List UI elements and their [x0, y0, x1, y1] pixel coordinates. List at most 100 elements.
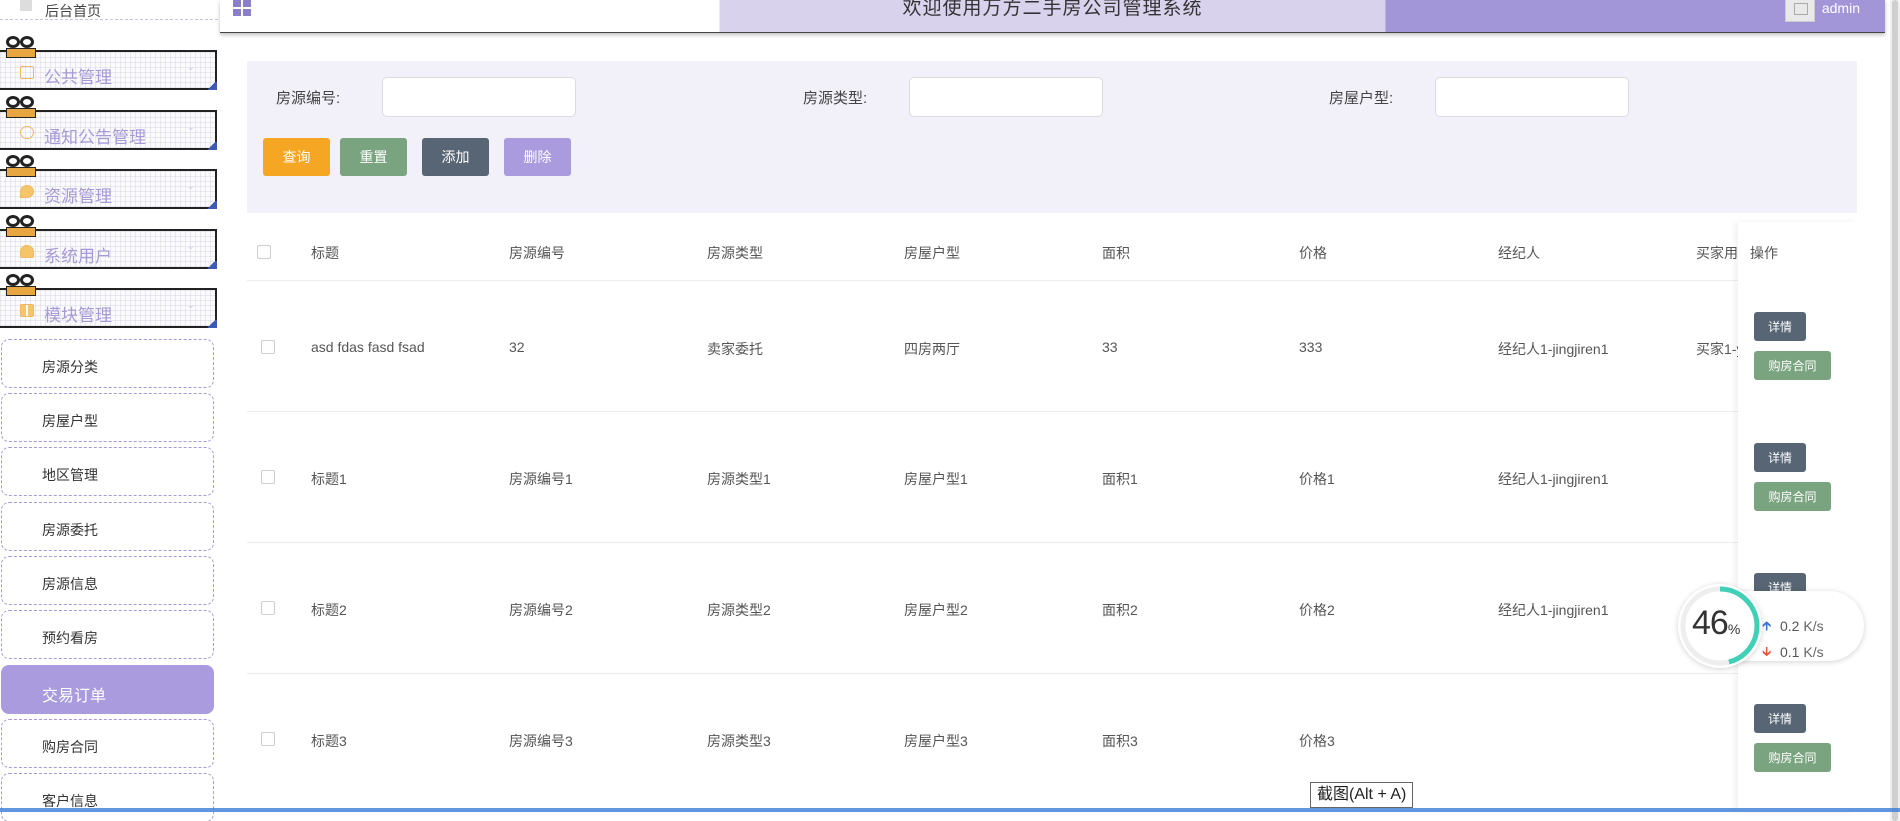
binder-clip-icon: [6, 155, 36, 177]
menu-group-modules[interactable]: 模块管理 ⌄: [0, 274, 217, 328]
image-icon: [20, 66, 34, 79]
cell: 标题3: [311, 733, 347, 749]
cell: 面积3: [1102, 733, 1138, 749]
sidebar-item-house-type[interactable]: 房屋户型: [1, 393, 214, 442]
sidebar-item-listing-info[interactable]: 房源信息: [1, 556, 214, 605]
sidebar-item-orders[interactable]: 交易订单: [1, 665, 214, 714]
field-label: 房源编号:: [276, 90, 341, 107]
binder-clip-icon: [6, 96, 36, 118]
field-label: 房屋户型:: [1329, 90, 1394, 107]
table-header: 标题 房源编号 房源类型 房屋户型 面积 价格 经纪人 买家用户: [247, 223, 1857, 281]
sidebar-item-contract[interactable]: 购房合同: [1, 719, 214, 768]
add-button[interactable]: 添加: [422, 138, 489, 176]
chevron-down-icon: ⌄: [186, 62, 195, 73]
detail-button[interactable]: 详情: [1754, 704, 1806, 733]
contract-button[interactable]: 购房合同: [1754, 351, 1831, 380]
table-row: asd fdas fasd fsad 32 卖家委托 四房两厅 33 333 经…: [247, 281, 1857, 412]
delete-button[interactable]: 删除: [504, 138, 571, 176]
column-header: 面积: [1102, 245, 1130, 261]
network-speed-widget[interactable]: 46% 🡱 0.2 K/s 🡳 0.1 K/s: [1678, 584, 1864, 668]
sidebar-item-label: 地区管理: [42, 467, 98, 483]
listing-type-input[interactable]: [909, 77, 1103, 117]
sidebar-item-commission[interactable]: 房源委托: [1, 502, 214, 551]
cell: 33: [1102, 339, 1118, 355]
info-icon: [20, 126, 34, 139]
bottom-progress-line: [0, 808, 1900, 812]
cell: 房源类型3: [707, 733, 771, 749]
usage-percent: 46%: [1692, 604, 1740, 642]
sidebar-item-customer[interactable]: 客户信息: [1, 773, 214, 821]
menu-group-resource[interactable]: 资源管理 ⌄: [0, 155, 217, 209]
select-all-checkbox[interactable]: [257, 245, 271, 259]
arrow-up-icon: 🡱: [1762, 618, 1772, 633]
menu-group-public[interactable]: 公共管理 ⌄: [0, 36, 217, 90]
binder-clip-icon: [6, 274, 36, 296]
user-icon: [20, 245, 34, 258]
column-header-operations: 操作: [1750, 245, 1778, 261]
house-type-input[interactable]: [1435, 77, 1629, 117]
menu-group-label: 资源管理: [44, 187, 112, 206]
vertical-scrollbar[interactable]: [1890, 0, 1900, 821]
detail-button[interactable]: 详情: [1754, 443, 1806, 472]
cell: 经纪人1-jingjiren1: [1498, 602, 1609, 618]
binder-clip-icon: [6, 215, 36, 237]
cell: asd fdas fasd fsad: [311, 339, 425, 355]
menu-group-label: 通知公告管理: [44, 128, 146, 147]
table-row: 标题1 房源编号1 房源类型1 房屋户型1 面积1 价格1 经纪人1-jingj…: [247, 412, 1857, 543]
sidebar-item-label: 房屋户型: [42, 413, 98, 429]
sidebar-item-viewing[interactable]: 预约看房: [1, 610, 214, 659]
column-header: 标题: [311, 245, 339, 261]
query-button[interactable]: 查询: [263, 138, 330, 176]
reset-button[interactable]: 重置: [340, 138, 407, 176]
cell: 价格3: [1299, 733, 1335, 749]
username[interactable]: admin: [1822, 0, 1860, 16]
screenshot-tooltip: 截图(Alt + A): [1310, 782, 1414, 808]
menu-group-users[interactable]: 系统用户 ⌄: [0, 215, 217, 269]
detail-button[interactable]: 详情: [1754, 312, 1806, 341]
row-checkbox[interactable]: [261, 601, 275, 615]
cell: 房源编号3: [509, 733, 573, 749]
contract-button[interactable]: 购房合同: [1754, 743, 1831, 772]
upload-rate: 0.2 K/s: [1780, 618, 1824, 634]
row-checkbox[interactable]: [261, 732, 275, 746]
page-fold-decoration: [205, 261, 217, 269]
column-header: 经纪人: [1498, 245, 1540, 261]
search-panel: 房源编号: 房源类型: 房屋户型: 查询 重置 添加 删除: [247, 61, 1857, 213]
cell: 卖家委托: [707, 341, 763, 357]
row-checkbox[interactable]: [261, 470, 275, 484]
cell: 经纪人1-jingjiren1: [1498, 471, 1609, 487]
sidebar-item-listing-category[interactable]: 房源分类: [1, 339, 214, 388]
chevron-down-icon: ⌄: [186, 241, 195, 252]
contract-button[interactable]: 购房合同: [1754, 482, 1831, 511]
chevron-down-icon: ⌄: [186, 300, 195, 311]
sidebar-item-label: 后台首页: [45, 3, 101, 19]
top-header: 欢迎使用万方二手房公司管理系统 admin: [220, 0, 1885, 33]
sidebar-item-home[interactable]: 后台首页: [0, 0, 218, 20]
cell: 标题1: [311, 471, 347, 487]
cell: 32: [509, 339, 525, 355]
listing-number-input[interactable]: [382, 77, 576, 117]
location-icon: [20, 185, 34, 198]
menu-group-notice[interactable]: 通知公告管理 ⌄: [0, 96, 217, 150]
cell: 房屋户型2: [904, 602, 968, 618]
row-checkbox[interactable]: [261, 340, 275, 354]
sidebar-item-label: 房源分类: [42, 359, 98, 375]
cell: 标题2: [311, 602, 347, 618]
grid-icon: [20, 304, 34, 317]
sidebar-item-label: 房源委托: [42, 522, 98, 538]
cell: 买家1-y: [1696, 341, 1744, 357]
sidebar-item-region[interactable]: 地区管理: [1, 447, 214, 496]
binder-clip-icon: [6, 36, 36, 58]
page-fold-decoration: [205, 320, 217, 328]
app-root: 后台首页 公共管理 ⌄ 通知公告管理 ⌄ 资源管理 ⌄ 系统用户 ⌄ 模块管理 …: [0, 0, 1900, 821]
field-label: 房源类型:: [803, 90, 868, 107]
menu-group-label: 公共管理: [44, 68, 112, 87]
sidebar: 后台首页 公共管理 ⌄ 通知公告管理 ⌄ 资源管理 ⌄ 系统用户 ⌄ 模块管理 …: [0, 0, 220, 821]
cell: 333: [1299, 339, 1323, 355]
page-fold-decoration: [205, 82, 217, 90]
cell: 房屋户型3: [904, 733, 968, 749]
cell: 房屋户型1: [904, 471, 968, 487]
sidebar-item-label: 购房合同: [42, 739, 98, 755]
avatar[interactable]: [1785, 0, 1815, 22]
cell: 经纪人1-jingjiren1: [1498, 341, 1609, 357]
